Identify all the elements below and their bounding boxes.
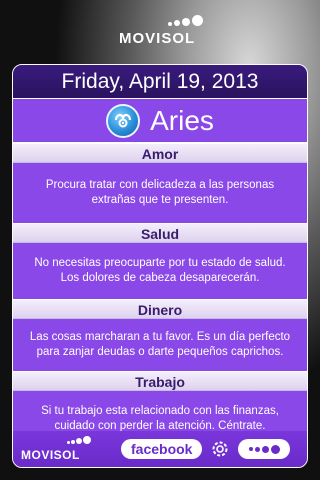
- section-text-amor: Procura tratar con delicadeza a las pers…: [45, 179, 275, 206]
- gear-icon[interactable]: [210, 439, 230, 459]
- footer-brand-logo[interactable]: MOVISOL: [21, 436, 95, 462]
- footer-bar: MOVISOL facebook: [13, 431, 307, 467]
- brand-name: MOVISOL: [119, 30, 196, 47]
- section-text-dinero: Las cosas marcharan a tu favor. Es un dí…: [29, 331, 291, 358]
- dots-logo-icon: [168, 15, 203, 26]
- dots-logo-icon: [67, 436, 91, 444]
- sign-name: Aries: [150, 104, 214, 136]
- section-title-dinero: Dinero: [13, 299, 307, 319]
- date-header: Friday, April 19, 2013: [13, 65, 307, 99]
- facebook-button[interactable]: facebook: [121, 439, 203, 459]
- section-text-salud: No necesitas preocuparte por tu estado d…: [34, 257, 286, 284]
- top-brand-logo: MOVISOL: [119, 15, 209, 47]
- footer-brand-name: MOVISOL: [21, 448, 80, 462]
- horoscope-card: Friday, April 19, 2013 Aries Amor Procur…: [12, 64, 308, 468]
- section-title-trabajo: Trabajo: [13, 371, 307, 391]
- section-title-amor: Amor: [13, 143, 307, 163]
- dots-more-button[interactable]: [238, 439, 291, 459]
- sign-header: Aries: [13, 99, 307, 143]
- aries-ram-icon: [106, 103, 141, 138]
- section-title-salud: Salud: [13, 223, 307, 243]
